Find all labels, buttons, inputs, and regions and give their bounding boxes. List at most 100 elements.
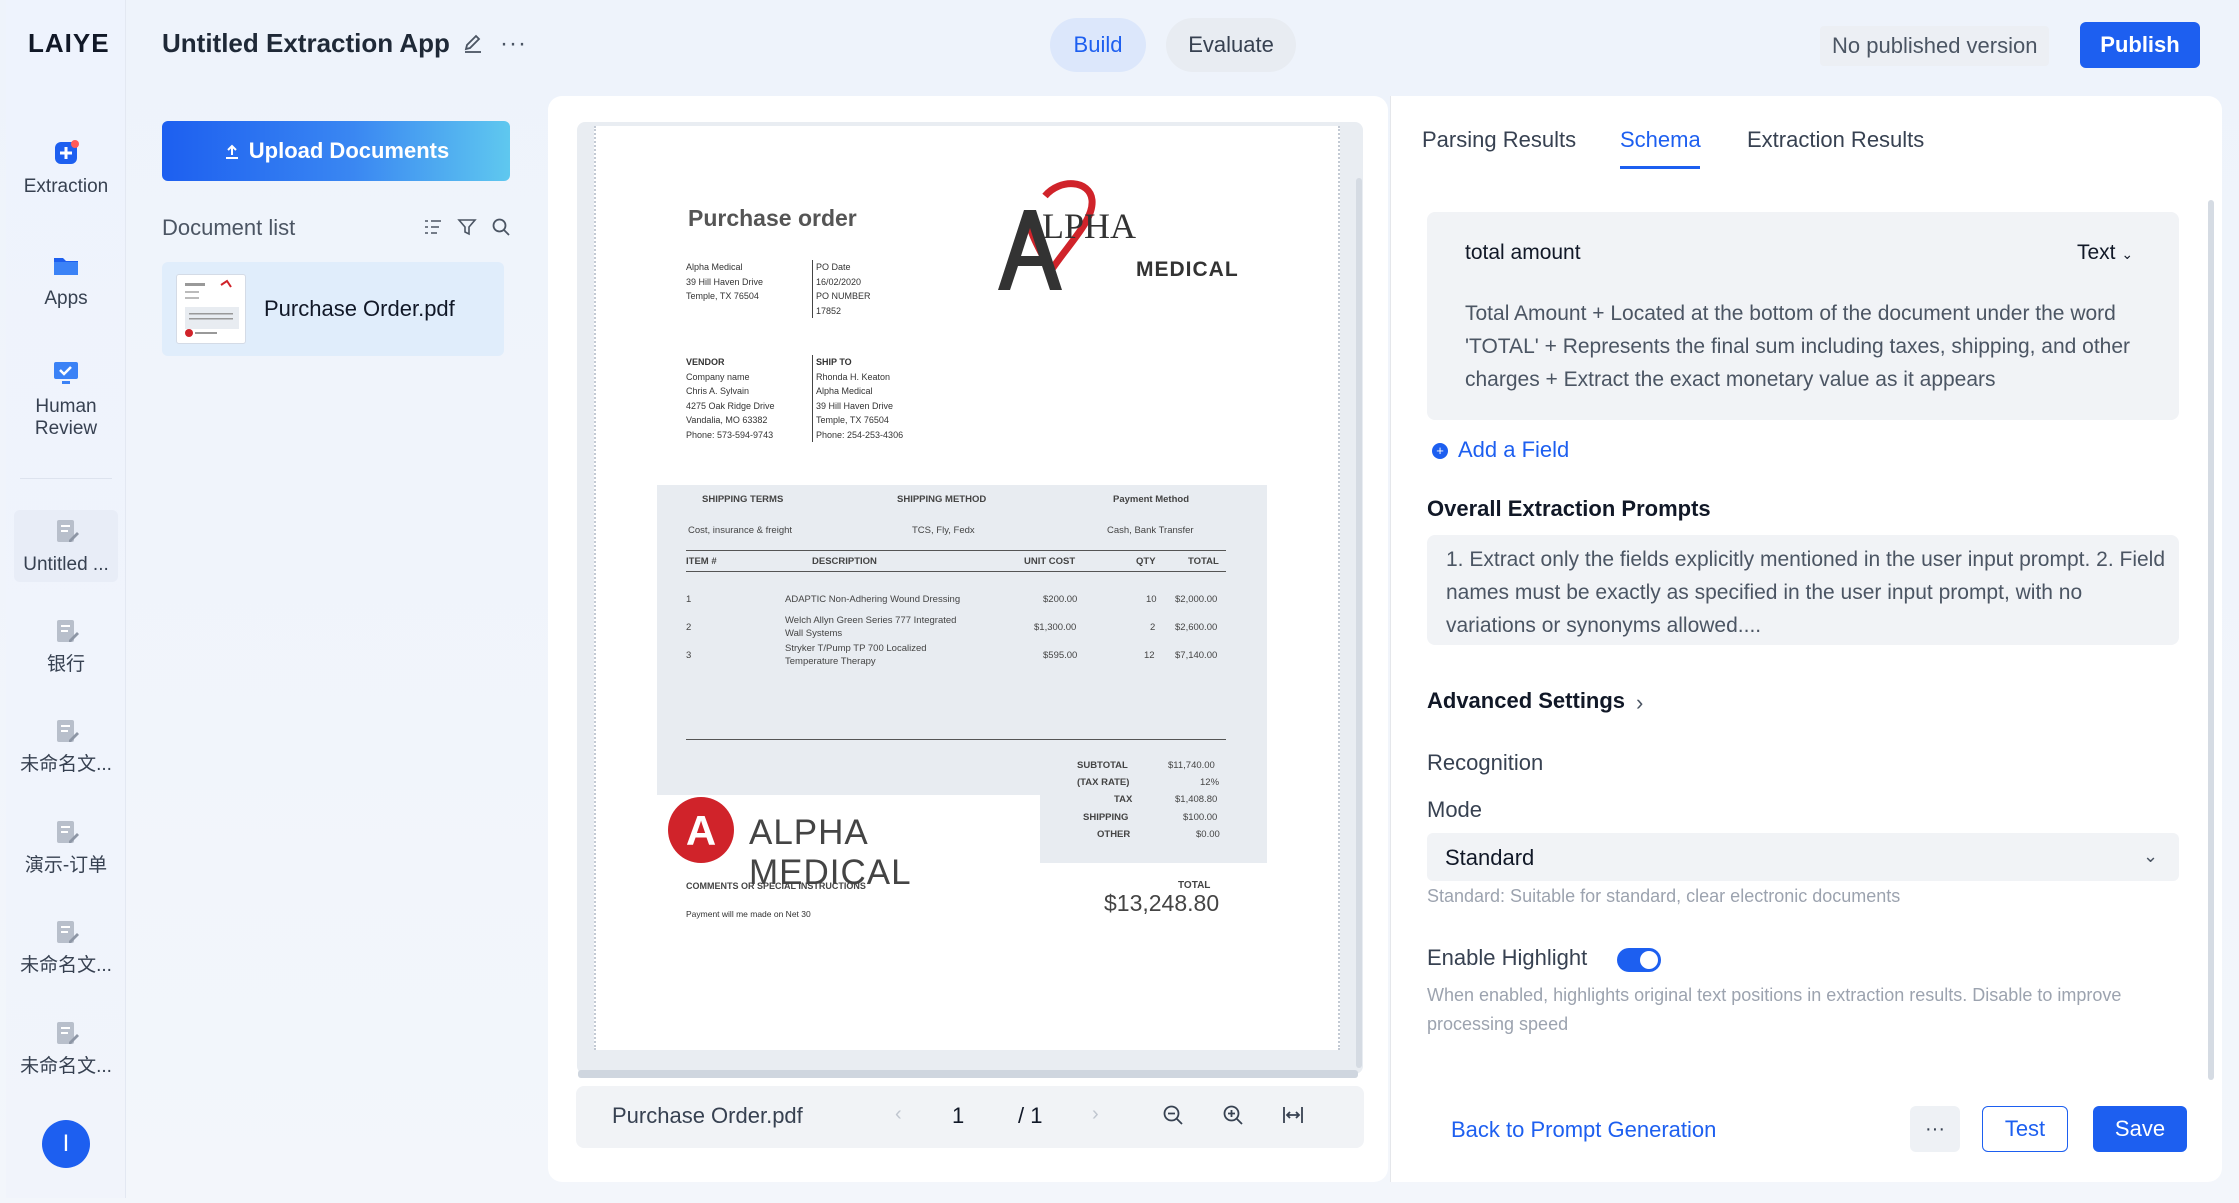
page-count: / 1 <box>1018 1103 1043 1128</box>
fit-width-icon[interactable] <box>1282 1104 1304 1126</box>
row-1-desc: ADAPTIC Non-Adhering Wound Dressing <box>785 594 961 605</box>
rail-label: 银行 <box>46 654 85 675</box>
save-button[interactable]: Save <box>2093 1106 2187 1152</box>
publish-button[interactable]: Publish <box>2080 22 2200 68</box>
tax-rate-label: (TAX RATE) <box>1077 777 1130 788</box>
enable-highlight-label: Enable Highlight <box>1427 945 1588 970</box>
row-2-unit: $1,300.00 <box>1034 622 1077 633</box>
payment-method-header: Payment Method <box>1113 494 1190 505</box>
tab-schema[interactable]: Schema <box>1620 127 1701 153</box>
shipping-value: $100.00 <box>1183 812 1218 823</box>
row-1-total: $2,000.00 <box>1175 594 1218 605</box>
po-from-address: Alpha Medical 39 Hill Haven Drive Temple, … <box>686 262 764 301</box>
rail-item-app-untitled[interactable]: Untitled ... <box>14 510 118 582</box>
doc-edit-icon <box>57 520 79 542</box>
tab-evaluate[interactable]: Evaluate <box>1166 18 1296 72</box>
field-type-select[interactable]: Text ⌄ <box>2077 241 2133 265</box>
svg-text:A: A <box>686 807 716 854</box>
page-number-input[interactable]: 1 <box>952 1103 964 1129</box>
rail-label: Human Review <box>34 396 98 439</box>
tab-parsing-results[interactable]: Parsing Results <box>1422 127 1576 153</box>
doc-edit-icon <box>57 821 79 843</box>
rail-divider <box>20 478 112 479</box>
doc-edit-icon <box>57 720 79 742</box>
mode-select[interactable] <box>1427 833 2179 881</box>
rail-item-app-bank[interactable]: 银行 <box>6 616 126 676</box>
chevron-down-icon[interactable]: ⌄ <box>2143 846 2158 867</box>
rail-item-apps[interactable]: Apps <box>6 250 126 310</box>
more-actions-button[interactable]: ··· <box>1910 1106 1960 1152</box>
extraction-prompts-text[interactable]: 1. Extract only the fields explicitly me… <box>1446 543 2166 642</box>
upload-icon <box>225 144 238 160</box>
field-description[interactable]: Total Amount + Located at the bottom of … <box>1465 297 2155 396</box>
row-3-unit: $595.00 <box>1043 650 1078 661</box>
more-options-icon[interactable]: ··· <box>500 30 527 58</box>
po-vendor-block: VENDOR Company name Chris A. Sylvain 4275 O… <box>686 357 775 440</box>
active-tab-indicator <box>1620 166 1700 169</box>
payment-method-value: Cash, Bank Transfer <box>1107 525 1194 536</box>
viewer-file-name: Purchase Order.pdf <box>612 1103 803 1128</box>
search-icon[interactable] <box>491 217 511 237</box>
edit-pencil-icon[interactable] <box>462 32 484 54</box>
prev-page-button[interactable]: ‹ <box>895 1103 902 1126</box>
rail-item-extraction[interactable]: Extraction <box>6 138 126 198</box>
upload-label: Upload Documents <box>248 138 450 163</box>
mode-select-value[interactable]: Standard <box>1445 845 1534 871</box>
po-date-block: PO Date 16/02/2020 PO NUMBER 17852 <box>812 260 871 318</box>
svg-text:LPHA: LPHA <box>1042 206 1136 246</box>
test-button[interactable]: Test <box>1982 1106 2068 1152</box>
row-1-unit: $200.00 <box>1043 594 1078 605</box>
zoom-in-icon[interactable] <box>1222 1104 1244 1126</box>
rail-item-app-unnamed-1[interactable]: 未命名文... <box>6 716 126 776</box>
extraction-icon <box>55 140 79 164</box>
alpha-a-logo: A <box>668 797 734 863</box>
upload-documents-button[interactable]: Upload Documents <box>162 121 510 181</box>
row-3-qty: 12 <box>1144 650 1155 661</box>
doc-edit-icon <box>57 620 79 642</box>
chevron-right-icon[interactable]: › <box>1636 690 1643 716</box>
po-shipto-block: SHIP TO Rhonda H. Keaton Alpha Medical 39 H… <box>812 355 903 442</box>
sort-icon[interactable] <box>423 217 443 237</box>
payment-note: Payment will me made on Net 30 <box>686 909 811 919</box>
document-list-tools <box>423 217 511 237</box>
tax-label: TAX <box>1114 794 1133 805</box>
field-name[interactable]: total amount <box>1465 241 1581 265</box>
rail-item-app-unnamed-3[interactable]: 未命名文... <box>6 1018 126 1078</box>
folder-icon <box>54 258 78 275</box>
row-3-desc: Stryker T/Pump TP 700 Localized <box>785 643 927 654</box>
table-rule <box>686 571 1226 572</box>
subtotal-label: SUBTOTAL <box>1077 760 1128 771</box>
filter-icon[interactable] <box>457 217 477 237</box>
document-thumbnail <box>176 274 246 344</box>
next-page-button[interactable]: › <box>1092 1103 1099 1126</box>
rail-label: 未命名文... <box>20 1056 112 1077</box>
back-to-prompt-generation-link[interactable]: Back to Prompt Generation <box>1451 1117 1716 1143</box>
document-list-item[interactable]: Purchase Order.pdf <box>162 262 504 356</box>
tax-rate-value: 12% <box>1200 777 1220 788</box>
chevron-down-icon: ⌄ <box>2121 246 2134 262</box>
laiye-logo[interactable]: LAIYE <box>28 28 109 62</box>
highlight-hint: When enabled, highlights original text p… <box>1427 985 2122 1034</box>
rail-label: Apps <box>44 288 88 309</box>
alpha-medical-logo: LPHA <box>998 180 1136 290</box>
viewer-vertical-scrollbar[interactable] <box>1356 178 1362 1068</box>
panel-scrollbar[interactable] <box>2208 200 2214 1080</box>
other-label: OTHER <box>1097 829 1131 840</box>
avatar[interactable]: I <box>42 1120 90 1168</box>
advanced-settings-title[interactable]: Advanced Settings <box>1427 688 1625 714</box>
doc-edit-icon <box>57 921 79 943</box>
tab-build[interactable]: Build <box>1050 18 1146 72</box>
tab-extraction-results[interactable]: Extraction Results <box>1747 127 1924 153</box>
zoom-out-icon[interactable] <box>1162 1104 1184 1126</box>
row-2-desc: Welch Allyn Green Series 777 Integrated <box>785 615 957 626</box>
shipping-terms-value: Cost, insurance & freight <box>688 525 793 536</box>
rail-item-app-demo-order[interactable]: 演示-订单 <box>6 817 126 877</box>
rail-item-human-review[interactable]: Human Review <box>6 358 126 440</box>
enable-highlight-toggle[interactable] <box>1617 948 1661 972</box>
field-type-value: Text <box>2077 241 2116 264</box>
mode-hint: Standard: Suitable for standard, clear e… <box>1427 886 1901 906</box>
alpha-medical-banner: A ALPHA MEDICAL <box>655 795 1040 892</box>
rail-item-app-unnamed-2[interactable]: 未命名文... <box>6 917 126 977</box>
viewer-horizontal-scrollbar[interactable] <box>578 1070 1358 1078</box>
add-field-button[interactable]: + Add a Field <box>1432 437 1569 463</box>
